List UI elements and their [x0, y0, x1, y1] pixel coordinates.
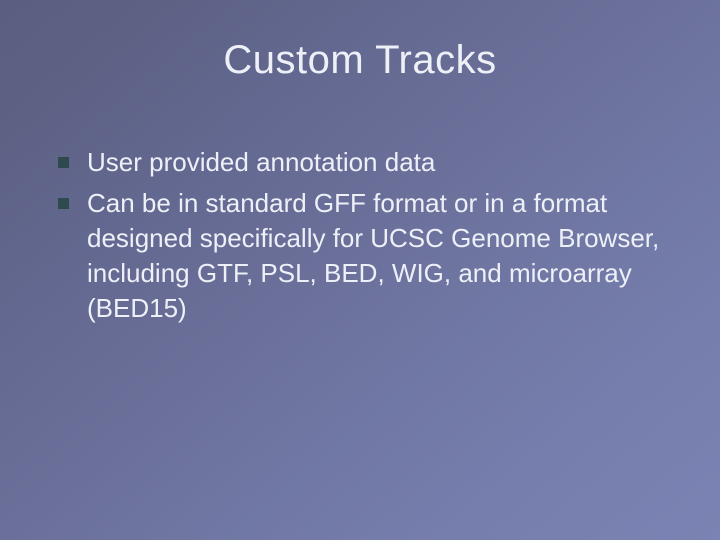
slide-body: User provided annotation data Can be in …: [58, 145, 660, 332]
bullet-square-icon: [58, 198, 69, 209]
slide: Custom Tracks User provided annotation d…: [0, 0, 720, 540]
list-item: User provided annotation data: [58, 145, 660, 180]
bullet-square-icon: [58, 157, 69, 168]
bullet-text: Can be in standard GFF format or in a fo…: [87, 186, 660, 326]
slide-title: Custom Tracks: [0, 38, 720, 83]
list-item: Can be in standard GFF format or in a fo…: [58, 186, 660, 326]
bullet-text: User provided annotation data: [87, 145, 660, 180]
